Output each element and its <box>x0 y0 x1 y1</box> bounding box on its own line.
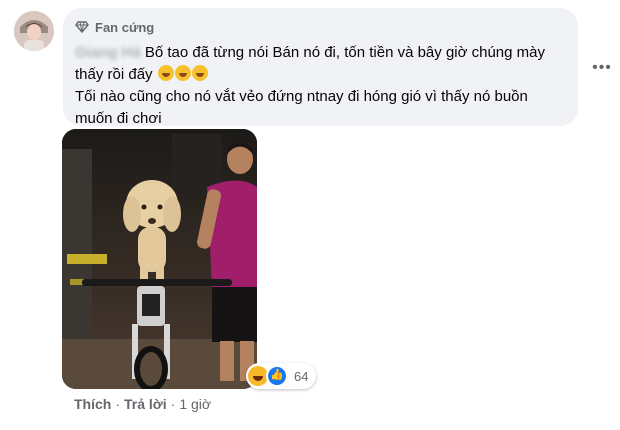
separator: · <box>170 396 176 412</box>
diamond-icon <box>75 20 89 34</box>
comment-actions: Thích · Trả lời · 1 giờ <box>74 396 211 412</box>
like-icon <box>266 365 288 387</box>
author-name[interactable]: Giang Hà <box>75 42 141 64</box>
reaction-summary[interactable]: 64 <box>246 363 317 389</box>
timestamp[interactable]: 1 giờ <box>179 396 211 412</box>
comment-text: Giang Hà Bố tao đã từng nói Bán nó đi, tố… <box>75 42 545 130</box>
top-fan-badge: Fan cứng <box>95 19 155 35</box>
comment-line-2: Tối nào cũng cho nó vắt vẻo đứng ntnay đ… <box>75 88 528 127</box>
separator: · <box>115 396 121 412</box>
comment-photo[interactable] <box>62 129 257 389</box>
avatar[interactable] <box>14 11 54 51</box>
rolling-laughing-emoji <box>157 65 174 81</box>
comment-bubble: Fan cứng Giang Hà Bố tao đã từng nói Bán … <box>63 8 578 127</box>
comment-line-1: Bố tao đã từng nói Bán nó đi, tốn tiền v… <box>75 44 545 83</box>
rolling-laughing-emoji <box>191 65 208 81</box>
like-link[interactable]: Thích <box>74 396 111 412</box>
reaction-count: 64 <box>294 368 309 384</box>
reply-link[interactable]: Trả lời <box>124 396 167 412</box>
rolling-laughing-emoji <box>174 65 191 81</box>
more-options-button[interactable]: ••• <box>591 60 613 76</box>
haha-icon <box>248 366 268 386</box>
badge-row: Fan cứng <box>75 16 566 38</box>
